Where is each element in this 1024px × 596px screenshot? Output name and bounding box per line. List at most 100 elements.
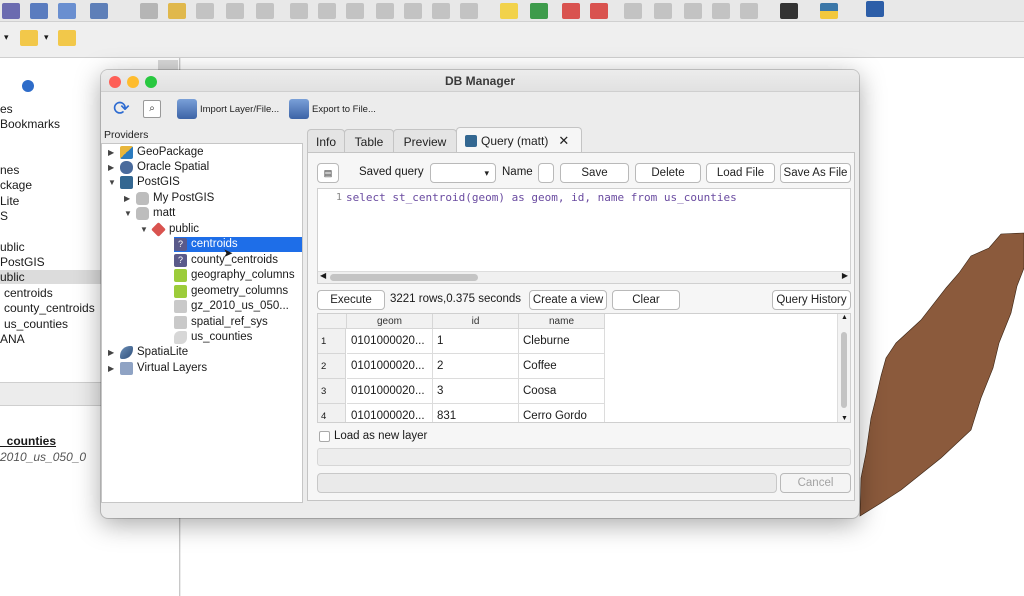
toolbar-icon[interactable]	[196, 3, 214, 19]
table-cell[interactable]: 0101000020...	[347, 354, 433, 379]
toolbar-icon[interactable]	[140, 3, 158, 19]
clear-button[interactable]: Clear	[612, 290, 680, 310]
toolbar-icon[interactable]	[318, 3, 336, 19]
table-cell[interactable]: 2	[433, 354, 519, 379]
scroll-down-icon[interactable]: ▼	[841, 415, 848, 422]
scroll-thumb[interactable]	[330, 274, 478, 281]
tab-info[interactable]: Info	[307, 129, 345, 153]
table-cell[interactable]: 3	[433, 379, 519, 404]
import-layer-button[interactable]: Import Layer/File...	[177, 97, 279, 121]
toolbar-icon[interactable]	[562, 3, 580, 19]
toolbar-icon[interactable]	[684, 3, 702, 19]
toolbar-icon[interactable]	[20, 30, 38, 46]
expand-arrow-icon[interactable]: ▶	[108, 145, 116, 160]
tree-item-postgis[interactable]: ▼ PostGIS	[108, 175, 180, 190]
column-header-geom[interactable]: geom	[347, 314, 433, 329]
browser-item[interactable]: Bookmarks	[0, 117, 60, 131]
scroll-thumb[interactable]	[841, 332, 847, 408]
toolbar-icon[interactable]	[404, 3, 422, 19]
execute-button[interactable]: Execute	[317, 290, 385, 310]
toolbar-icon[interactable]	[460, 3, 478, 19]
tree-item-us-counties[interactable]: us_counties	[174, 330, 252, 345]
table-cell[interactable]: Coosa	[519, 379, 605, 404]
toolbar-icon[interactable]	[58, 3, 76, 19]
table-cell[interactable]: Coffee	[519, 354, 605, 379]
collapse-arrow-icon[interactable]: ▼	[124, 206, 132, 221]
sql-window-button[interactable]: ⌕	[143, 97, 161, 121]
tree-item-geography-columns[interactable]: geography_columns	[174, 268, 295, 283]
close-tab-icon[interactable]: ✕	[558, 129, 569, 153]
toolbar-icon[interactable]	[530, 3, 548, 19]
row-number[interactable]: 2	[318, 354, 346, 379]
scroll-left-icon[interactable]: ◀	[320, 271, 326, 280]
column-header-name[interactable]: name	[519, 314, 605, 329]
browser-item[interactable]: nes	[0, 163, 19, 177]
table-cell[interactable]: 0101000020...	[347, 379, 433, 404]
editor-horizontal-scrollbar[interactable]: ◀ ▶	[318, 271, 850, 283]
results-grid[interactable]: geom id name 1 0101000020... 1 Cleburne …	[317, 313, 851, 423]
toolbar-icon[interactable]	[432, 3, 450, 19]
tree-item-centroids[interactable]: ? centroids	[174, 237, 302, 252]
results-vertical-scrollbar[interactable]: ▲ ▼	[837, 314, 850, 422]
toolbar-icon[interactable]	[168, 3, 186, 19]
browser-item[interactable]: S	[0, 209, 8, 223]
toolbar-icon[interactable]	[30, 3, 48, 19]
toolbar-icon[interactable]	[226, 3, 244, 19]
table-cell[interactable]: 0101000020...	[347, 404, 433, 422]
saved-query-select[interactable]: ▾	[430, 163, 496, 183]
row-number[interactable]: 3	[318, 379, 346, 404]
expand-arrow-icon[interactable]: ▶	[108, 345, 116, 360]
table-cell[interactable]: 831	[433, 404, 519, 422]
load-file-button[interactable]: Load File	[706, 163, 775, 183]
layer-item[interactable]: 2010_us_050_0	[0, 450, 86, 464]
python-icon[interactable]	[820, 3, 838, 19]
browser-item[interactable]: ANA	[0, 332, 25, 346]
table-cell[interactable]: 0101000020...	[347, 329, 433, 354]
toolbar-icon[interactable]	[256, 3, 274, 19]
cancel-button[interactable]: Cancel	[780, 473, 851, 493]
tree-item-spatial-ref-sys[interactable]: spatial_ref_sys	[174, 315, 268, 330]
toolbar-icon[interactable]	[500, 3, 518, 19]
toolbar-icon[interactable]	[2, 3, 20, 19]
minimize-window-button[interactable]	[127, 76, 139, 88]
browser-item[interactable]: ublic	[0, 240, 25, 254]
browser-item[interactable]: Lite	[0, 194, 19, 208]
table-cell[interactable]: Cleburne	[519, 329, 605, 354]
info-icon[interactable]	[0, 78, 36, 94]
toolbar-icon[interactable]	[712, 3, 730, 19]
query-history-button[interactable]: Query History	[772, 290, 851, 310]
tab-preview[interactable]: Preview	[393, 129, 457, 153]
browser-item[interactable]: centroids	[4, 286, 53, 300]
save-as-file-button[interactable]: Save As File	[780, 163, 851, 183]
toolbar-icon[interactable]	[90, 3, 108, 19]
delete-button[interactable]: Delete	[635, 163, 701, 183]
table-cell[interactable]: Cerro Gordo	[519, 404, 605, 422]
expand-arrow-icon[interactable]: ▶	[108, 361, 116, 376]
create-view-button[interactable]: Create a view	[529, 290, 607, 310]
sql-builder-button[interactable]: ▤	[317, 163, 339, 183]
sql-editor[interactable]: 1 select st_centroid(geom) as geom, id, …	[317, 188, 851, 284]
collapse-arrow-icon[interactable]: ▼	[140, 222, 148, 237]
toolbar-icon[interactable]	[376, 3, 394, 19]
browser-item[interactable]: ckage	[0, 178, 32, 192]
row-number[interactable]: 4	[318, 404, 346, 422]
toolbar-icon[interactable]	[624, 3, 642, 19]
name-input[interactable]	[538, 163, 554, 183]
scroll-right-icon[interactable]: ▶	[842, 271, 848, 280]
tab-query[interactable]: Query (matt) ✕	[456, 127, 582, 153]
tree-item-my-postgis[interactable]: ▶ My PostGIS	[124, 191, 214, 206]
layer-item[interactable]: _counties	[0, 434, 56, 448]
tree-item-virtual-layers[interactable]: ▶ Virtual Layers	[108, 361, 207, 376]
refresh-button[interactable]: ⟳	[113, 97, 130, 121]
tree-item-matt[interactable]: ▼ matt	[124, 206, 175, 221]
expand-arrow-icon[interactable]: ▶	[108, 160, 116, 175]
toolbar-icon[interactable]	[740, 3, 758, 19]
tree-item-geometry-columns[interactable]: geometry_columns	[174, 284, 288, 299]
dropdown-arrow-icon[interactable]: ▾	[44, 32, 49, 43]
scroll-up-icon[interactable]: ▲	[841, 314, 848, 321]
browser-item[interactable]: PostGIS	[0, 255, 45, 269]
table-cell[interactable]: 1	[433, 329, 519, 354]
tree-item-public[interactable]: ▼ public	[140, 222, 199, 237]
tree-item-gz-2010[interactable]: gz_2010_us_050...	[174, 299, 289, 314]
toolbar-icon[interactable]	[58, 30, 76, 46]
